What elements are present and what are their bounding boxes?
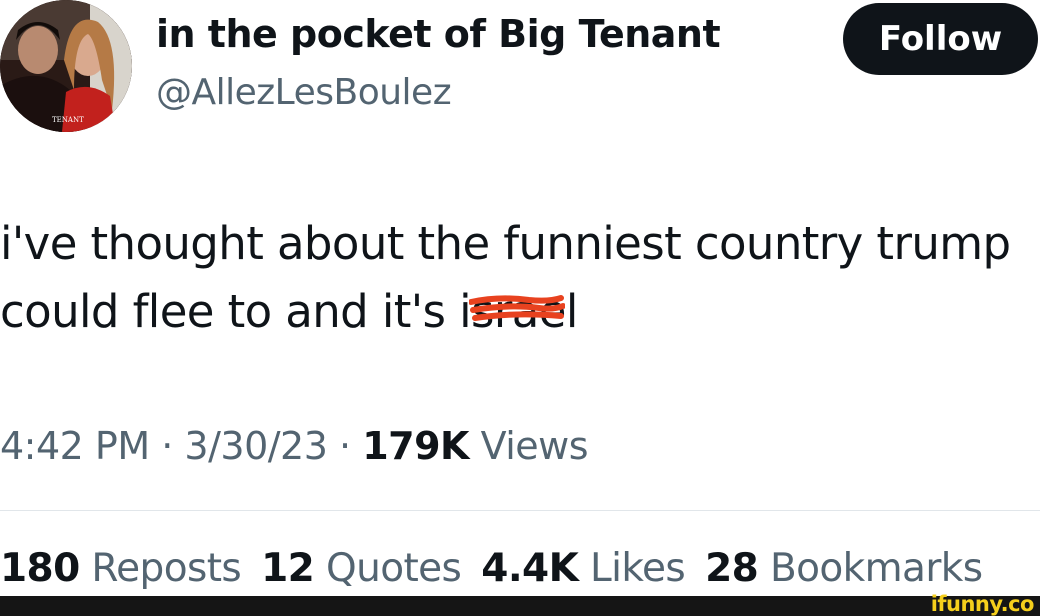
views-count: 179K	[362, 424, 469, 468]
quotes-stat[interactable]: 12 Quotes	[261, 546, 462, 591]
bookmarks-stat[interactable]: 28 Bookmarks	[705, 546, 983, 591]
avatar-photo: TENANT	[0, 0, 132, 132]
scribbled-word: srae	[469, 278, 566, 346]
meta-separator: ·	[161, 424, 173, 468]
handle[interactable]: @AllezLesBoulez	[156, 72, 452, 113]
quotes-count: 12	[261, 546, 315, 591]
likes-stat[interactable]: 4.4K Likes	[481, 546, 685, 591]
quotes-label: Quotes	[326, 546, 462, 591]
svg-text:TENANT: TENANT	[52, 116, 84, 124]
avatar[interactable]: TENANT	[0, 0, 132, 132]
tweet-line-2-suffix: l	[565, 285, 579, 338]
bookmarks-count: 28	[705, 546, 759, 591]
reposts-count: 180	[0, 546, 80, 591]
tweet-line-2: could flee to and it's israe l	[0, 278, 1040, 346]
display-name[interactable]: in the pocket of Big Tenant	[156, 12, 721, 56]
tweet-meta: 4:42 PM · 3/30/23 · 179K Views	[0, 424, 589, 468]
reposts-stat[interactable]: 180 Reposts	[0, 546, 242, 591]
watermark-bar	[0, 596, 1040, 616]
tweet-text: i've thought about the funniest country …	[0, 210, 1040, 346]
engagement-stats: 180 Reposts 12 Quotes 4.4K Likes 28 Bookmar…	[0, 546, 983, 591]
meta-separator: ·	[339, 424, 351, 468]
reposts-label: Reposts	[91, 546, 242, 591]
tweet-line-1: i've thought about the funniest country …	[0, 217, 1011, 270]
tweet-time[interactable]: 4:42 PM	[0, 424, 150, 468]
likes-count: 4.4K	[481, 546, 579, 591]
scribble-mark	[469, 295, 565, 321]
divider	[0, 510, 1040, 511]
views-label: Views	[480, 424, 589, 468]
likes-label: Likes	[590, 546, 686, 591]
follow-button[interactable]: Follow	[843, 3, 1038, 75]
bookmarks-label: Bookmarks	[769, 546, 983, 591]
ifunny-watermark: ifunny.co	[930, 592, 1035, 616]
tweet-date[interactable]: 3/30/23	[184, 424, 328, 468]
tweet-line-2-prefix: could flee to and it's i	[0, 285, 472, 338]
